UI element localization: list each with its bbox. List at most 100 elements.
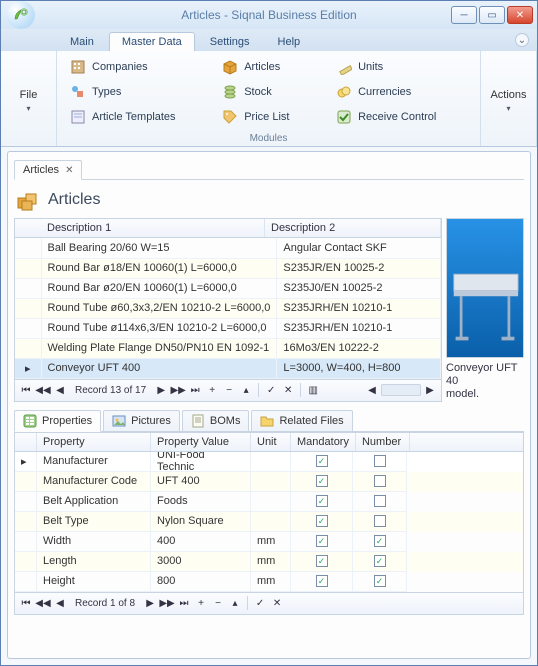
- property-row[interactable]: Manufacturer CodeUFT 400✓: [15, 472, 523, 492]
- col-property[interactable]: Property: [37, 433, 151, 451]
- close-button[interactable]: ✕: [507, 6, 533, 24]
- cell-property-value[interactable]: Foods: [151, 492, 251, 512]
- subtab-properties[interactable]: Properties: [14, 410, 101, 432]
- nav-cancel[interactable]: ✕: [280, 382, 296, 398]
- property-row[interactable]: Width400mm✓✓: [15, 532, 523, 552]
- col-unit[interactable]: Unit: [251, 433, 291, 451]
- property-row[interactable]: Belt TypeNylon Square✓: [15, 512, 523, 532]
- nav-next[interactable]: ▶: [142, 595, 158, 611]
- cell-property-value[interactable]: 3000: [151, 552, 251, 572]
- checkbox[interactable]: ✓: [316, 575, 328, 587]
- cell-description2: S235JRH/EN 10210-1: [277, 298, 441, 318]
- ribbon-item-companies[interactable]: Companies: [65, 55, 211, 79]
- nav-remove[interactable]: −: [210, 595, 226, 611]
- cell-property-value[interactable]: Nylon Square: [151, 512, 251, 532]
- scrollbar-horizontal[interactable]: [381, 384, 421, 396]
- nav-add[interactable]: +: [204, 382, 220, 398]
- nav-nextpage[interactable]: ▶▶: [159, 595, 175, 611]
- table-row[interactable]: Round Tube ø60,3x3,2/EN 10210-2 L=6000,0…: [15, 298, 441, 318]
- nav-prevpage[interactable]: ◀◀: [35, 595, 51, 611]
- tab-settings[interactable]: Settings: [197, 32, 263, 51]
- actions-button[interactable]: Actions ▾: [485, 53, 533, 118]
- ribbon-item-types[interactable]: Types: [65, 80, 211, 104]
- property-row[interactable]: ▸ManufacturerUNI-Food Technic✓: [15, 452, 523, 472]
- table-row[interactable]: Round Tube ø114x6,3/EN 10210-2 L=6000,0S…: [15, 318, 441, 338]
- ribbon-item-article-templates[interactable]: Article Templates: [65, 105, 211, 129]
- checkbox[interactable]: ✓: [374, 575, 386, 587]
- checkbox[interactable]: ✓: [316, 555, 328, 567]
- nav-remove[interactable]: −: [221, 382, 237, 398]
- table-row[interactable]: Welding Plate Flange DN50/PN10 EN 1092-1…: [15, 338, 441, 358]
- doc-tab-articles[interactable]: Articles ✕: [14, 160, 82, 180]
- table-row[interactable]: ▸Conveyor UFT 400L=3000, W=400, H=800: [15, 358, 441, 378]
- file-button[interactable]: File ▾: [5, 53, 53, 118]
- table-row[interactable]: Round Bar ø18/EN 10060(1) L=6000,0S235JR…: [15, 258, 441, 278]
- nav-save[interactable]: ✓: [252, 595, 268, 611]
- ribbon-item-stock[interactable]: Stock: [217, 80, 325, 104]
- pictures-icon: [112, 414, 126, 428]
- ribbon-item-price-list[interactable]: Price List: [217, 105, 325, 129]
- nav-last[interactable]: ⏭: [187, 382, 203, 398]
- maximize-button[interactable]: ▭: [479, 6, 505, 24]
- nav-nextpage[interactable]: ▶▶: [170, 382, 186, 398]
- nav-scroll-left[interactable]: ◀: [364, 382, 380, 398]
- nav-next[interactable]: ▶: [153, 382, 169, 398]
- col-property-value[interactable]: Property Value: [151, 433, 251, 451]
- cell-property-value[interactable]: UNI-Food Technic: [151, 452, 251, 472]
- nav-columns[interactable]: ▥: [305, 382, 321, 398]
- preview-image[interactable]: [446, 218, 524, 358]
- checkbox[interactable]: [374, 515, 386, 527]
- app-menu-orb[interactable]: [7, 1, 35, 29]
- tab-main[interactable]: Main: [57, 32, 107, 51]
- ribbon-item-currencies[interactable]: Currencies: [331, 80, 472, 104]
- minimize-button[interactable]: ─: [451, 6, 477, 24]
- subtab-boms[interactable]: BOMs: [182, 410, 250, 431]
- nav-first[interactable]: ⏮: [18, 595, 34, 611]
- checkbox[interactable]: ✓: [374, 535, 386, 547]
- collapse-ribbon-button[interactable]: ⌄: [515, 33, 529, 47]
- table-row[interactable]: Round Bar ø20/EN 10060(1) L=6000,0S235J0…: [15, 278, 441, 298]
- nav-prev[interactable]: ◀: [52, 382, 68, 398]
- cell-property-value[interactable]: 800: [151, 572, 251, 592]
- property-row[interactable]: Belt ApplicationFoods✓: [15, 492, 523, 512]
- checkbox[interactable]: ✓: [374, 555, 386, 567]
- nav-last[interactable]: ⏭: [176, 595, 192, 611]
- nav-edit[interactable]: ▴: [227, 595, 243, 611]
- checkbox[interactable]: ✓: [316, 475, 328, 487]
- cell-property-value[interactable]: UFT 400: [151, 472, 251, 492]
- nav-scroll-right[interactable]: ▶: [422, 382, 438, 398]
- ribbon-item-articles[interactable]: Articles: [217, 55, 325, 79]
- nav-cancel[interactable]: ✕: [269, 595, 285, 611]
- checkbox[interactable]: ✓: [316, 535, 328, 547]
- nav-first[interactable]: ⏮: [18, 382, 34, 398]
- tab-help[interactable]: Help: [265, 32, 314, 51]
- nav-prev[interactable]: ◀: [52, 595, 68, 611]
- col-number[interactable]: Number: [356, 433, 410, 451]
- titlebar: Articles - Siqnal Business Edition ─ ▭ ✕: [1, 1, 537, 29]
- nav-prevpage[interactable]: ◀◀: [35, 382, 51, 398]
- nav-save[interactable]: ✓: [263, 382, 279, 398]
- checkbox[interactable]: [374, 475, 386, 487]
- nav-edit[interactable]: ▴: [238, 382, 254, 398]
- col-mandatory[interactable]: Mandatory: [291, 433, 356, 451]
- col-description1[interactable]: Description 1: [41, 219, 265, 237]
- properties-grid-body[interactable]: ▸ManufacturerUNI-Food Technic✓Manufactur…: [15, 452, 523, 592]
- close-tab-icon[interactable]: ✕: [65, 165, 73, 176]
- checkbox[interactable]: ✓: [316, 495, 328, 507]
- checkbox[interactable]: [374, 495, 386, 507]
- subtab-pictures[interactable]: Pictures: [103, 410, 180, 431]
- subtab-related-files[interactable]: Related Files: [251, 410, 352, 431]
- table-row[interactable]: Ball Bearing 20/60 W=15Angular Contact S…: [15, 238, 441, 258]
- property-row[interactable]: Height800mm✓✓: [15, 572, 523, 592]
- col-description2[interactable]: Description 2: [265, 219, 441, 237]
- cell-property-value[interactable]: 400: [151, 532, 251, 552]
- checkbox[interactable]: ✓: [316, 515, 328, 527]
- ribbon-item-receive-control[interactable]: Receive Control: [331, 105, 472, 129]
- checkbox[interactable]: [374, 455, 386, 467]
- articles-grid-body[interactable]: Ball Bearing 20/60 W=15Angular Contact S…: [15, 238, 441, 379]
- ribbon-item-units[interactable]: Units: [331, 55, 472, 79]
- checkbox[interactable]: ✓: [316, 455, 328, 467]
- tab-master-data[interactable]: Master Data: [109, 32, 195, 51]
- nav-add[interactable]: +: [193, 595, 209, 611]
- property-row[interactable]: Length3000mm✓✓: [15, 552, 523, 572]
